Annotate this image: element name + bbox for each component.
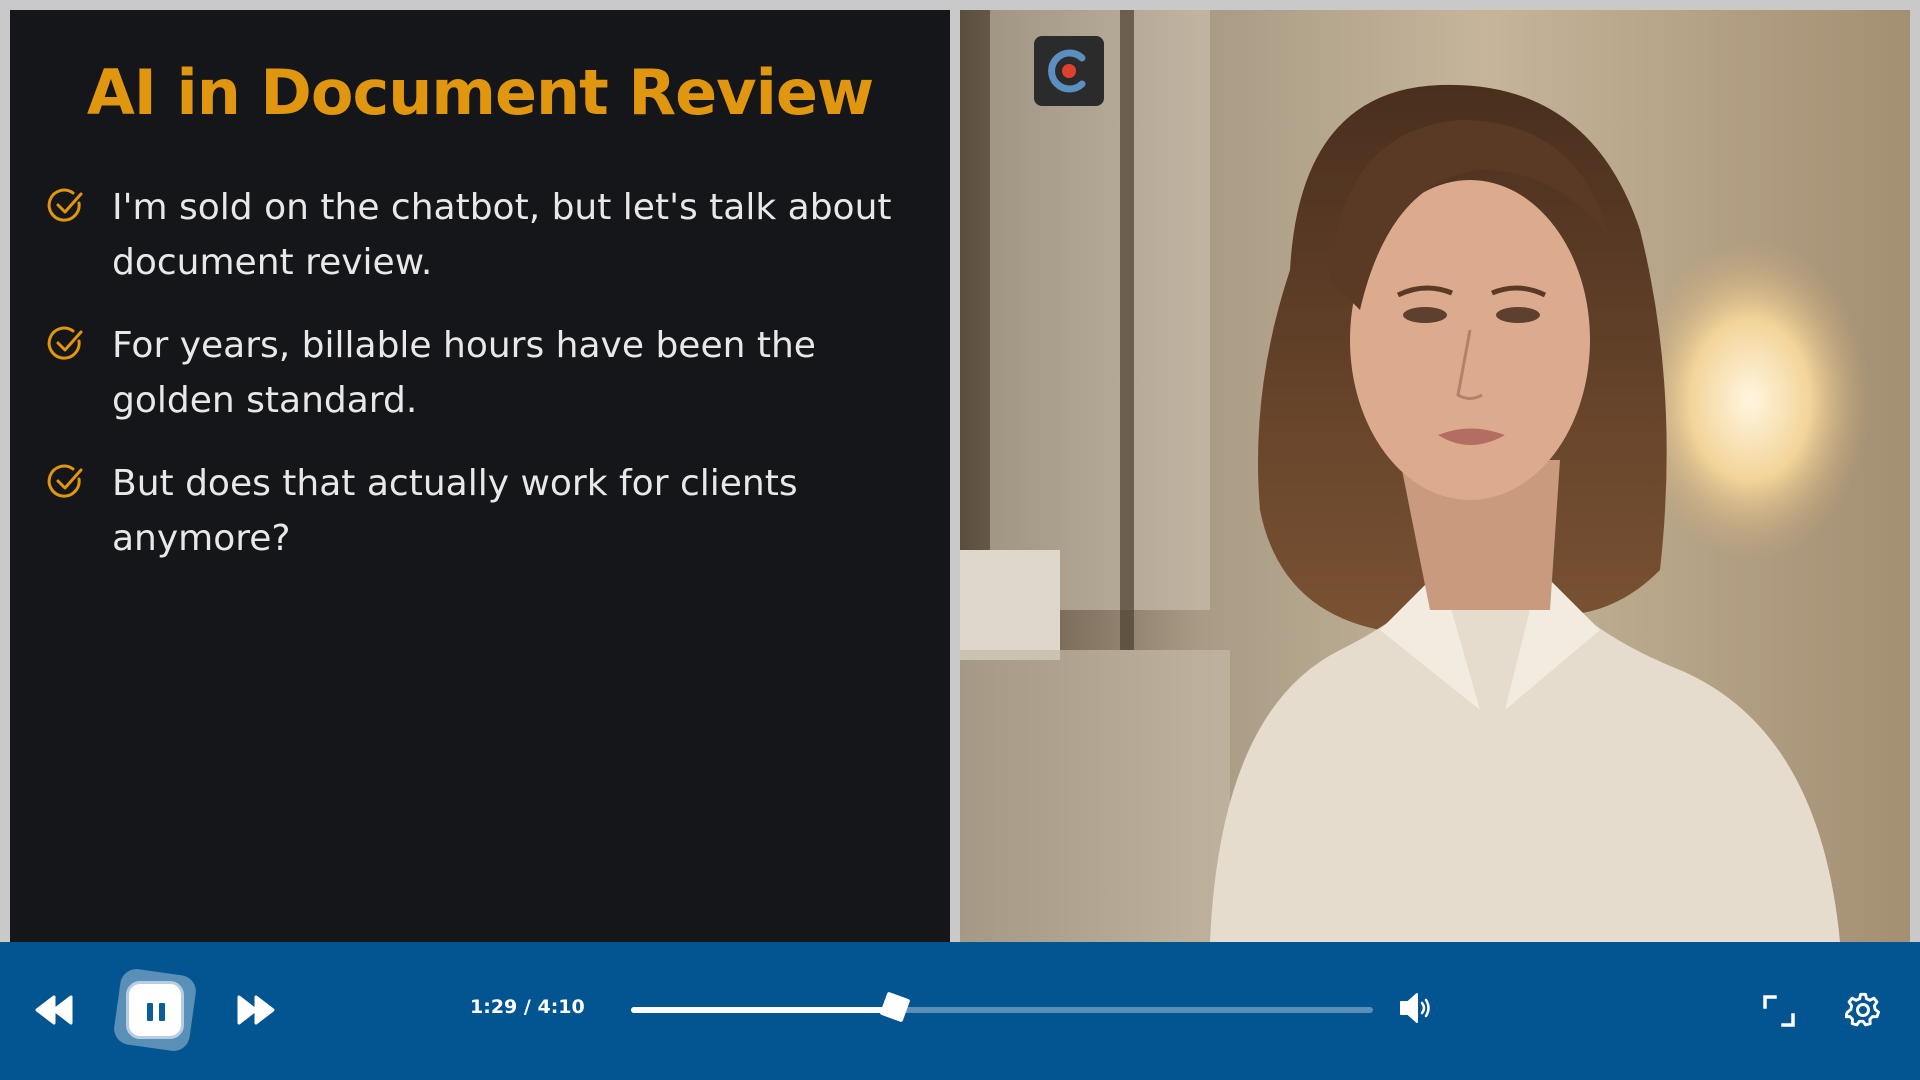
bullet-line: anymore? — [112, 518, 291, 559]
pause-button[interactable] — [126, 981, 184, 1039]
presenter-video[interactable] — [960, 10, 1910, 942]
bullet-text: I'm sold on the chatbot, but let's talk … — [112, 180, 926, 290]
time-display: 1:29 / 4:10 — [470, 996, 630, 1018]
c-logo-icon — [1048, 49, 1086, 93]
slide-title: AI in Document Review — [86, 56, 874, 129]
rewind-icon[interactable] — [34, 993, 74, 1027]
bullet-line: For years, billable hours have been the — [112, 325, 816, 366]
volume-icon[interactable] — [1398, 990, 1434, 1026]
fast-forward-icon[interactable] — [236, 993, 276, 1027]
fullscreen-icon[interactable] — [1762, 994, 1796, 1028]
presenter-image — [960, 10, 1910, 942]
check-circle-icon — [47, 464, 83, 498]
bullet-line: I'm sold on the chatbot, but let's talk … — [112, 187, 892, 228]
check-circle-icon — [47, 188, 83, 222]
time-current: 1:29 — [470, 996, 518, 1018]
slide-panel: AI in Document Review I'm sold on the ch… — [10, 10, 950, 942]
seek-progress — [631, 1007, 896, 1013]
bullet-item: I'm sold on the chatbot, but let's talk … — [46, 180, 926, 290]
seek-bar[interactable] — [631, 991, 1373, 1023]
bullet-line: document review. — [112, 242, 433, 283]
bullet-line: golden standard. — [112, 380, 418, 421]
bullet-line: But does that actually work for clients — [112, 463, 798, 504]
time-separator: / — [523, 996, 531, 1018]
time-total: 4:10 — [537, 996, 585, 1018]
gear-icon[interactable] — [1845, 992, 1881, 1028]
bullet-list: I'm sold on the chatbot, but let's talk … — [46, 180, 926, 594]
bullet-item: But does that actually work for clients … — [46, 456, 926, 566]
bullet-text: But does that actually work for clients … — [112, 456, 926, 566]
bullet-text: For years, billable hours have been the … — [112, 318, 926, 428]
bullet-item: For years, billable hours have been the … — [46, 318, 926, 428]
check-circle-icon — [47, 326, 83, 360]
channel-logo — [1034, 36, 1104, 106]
